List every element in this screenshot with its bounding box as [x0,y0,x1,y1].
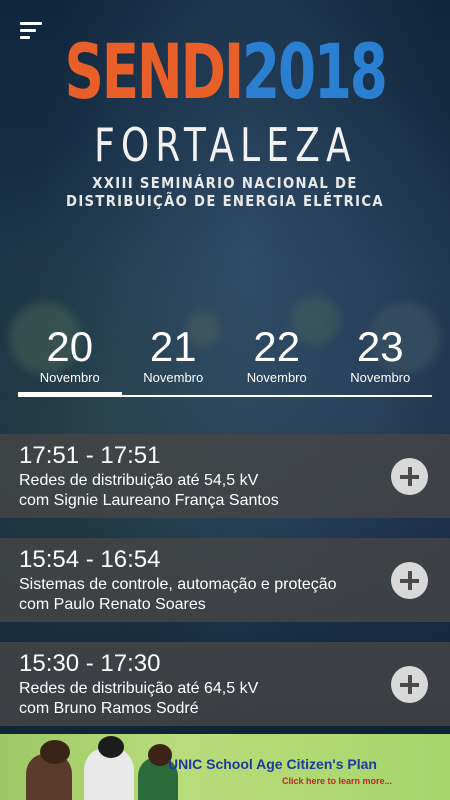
date-tabs: 20 Novembro 21 Novembro 22 Novembro 23 N… [18,324,432,400]
session-title: Sistemas de controle, automação e proteç… [19,576,337,593]
logo-title: SENDI2018 [64,27,388,116]
logo-year: 2018 [241,27,388,116]
session-speaker: com Bruno Ramos Sodré [19,700,199,717]
session-speaker: com Signie Laureano França Santos [19,492,279,509]
session-time: 15:30 - 17:30 [19,650,161,677]
session-title: Redes de distribuição até 64,5 kV [19,680,259,697]
session-time: 17:51 - 17:51 [19,442,161,469]
date-tab-20[interactable]: 20 Novembro [18,324,122,400]
active-date-indicator [18,392,122,397]
date-month: Novembro [246,370,307,385]
date-tab-23[interactable]: 23 Novembro [329,324,433,400]
session-item[interactable]: 15:54 - 16:54 Sistemas de controle, auto… [0,538,450,622]
date-month: Novembro [143,370,204,385]
logo-subtitle-line1: XXIII SEMINÁRIO NACIONAL DE [92,174,358,192]
add-session-button[interactable] [391,458,428,495]
ad-banner[interactable]: UNIC School Age Citizen's Plan Click her… [0,734,450,800]
logo-sendi: SENDI [64,27,244,116]
ad-title: UNIC School Age Citizen's Plan [168,756,377,772]
date-tab-22[interactable]: 22 Novembro [225,324,329,400]
date-month: Novembro [350,370,411,385]
date-month: Novembro [39,370,100,385]
date-day: 22 [253,323,301,370]
logo-city: FORTALEZA [93,118,357,172]
date-tab-21[interactable]: 21 Novembro [122,324,226,400]
ad-people-image [26,736,178,800]
logo-subtitle-line2: DISTRIBUIÇÃO DE ENERGIA ELÉTRICA [66,192,384,210]
date-day: 23 [356,323,404,370]
ad-subtitle: Click here to learn more... [282,776,393,786]
session-title: Redes de distribuição até 54,5 kV [19,472,259,489]
session-item[interactable]: 15:30 - 17:30 Redes de distribuição até … [0,642,450,726]
session-item[interactable]: 17:51 - 17:51 Redes de distribuição até … [0,434,450,518]
add-session-button[interactable] [391,562,428,599]
session-time: 15:54 - 16:54 [19,546,161,573]
add-session-button[interactable] [391,666,428,703]
date-day: 21 [149,323,197,370]
date-day: 20 [46,323,94,370]
event-logo: SENDI2018 FORTALEZA XXIII SEMINÁRIO NACI… [0,27,450,211]
session-speaker: com Paulo Renato Soares [19,596,206,613]
